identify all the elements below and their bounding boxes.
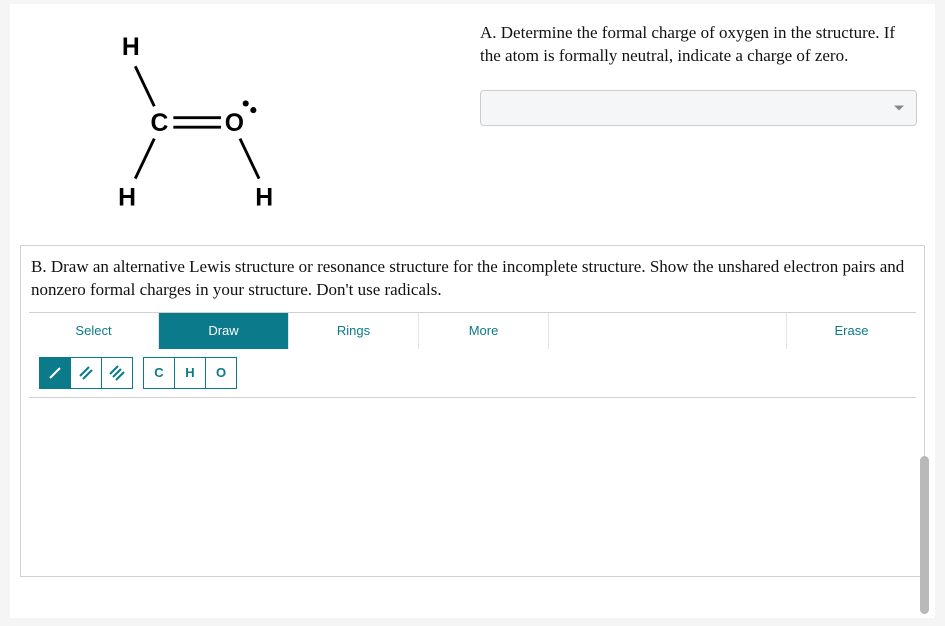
top-row: H C O H H	[20, 22, 925, 237]
tab-draw[interactable]: Draw	[159, 313, 289, 349]
toolbar-tabs: Select Draw Rings More Erase	[29, 313, 916, 349]
atom-h-top: H	[122, 34, 140, 61]
question-b-body: Draw an alternative Lewis structure or r…	[31, 257, 904, 299]
atom-c: C	[150, 110, 168, 137]
atom-o-button[interactable]: O	[205, 357, 237, 389]
atom-h-button[interactable]: H	[174, 357, 206, 389]
tab-select[interactable]: Select	[29, 313, 159, 349]
atom-tool-group: C H O	[143, 357, 237, 389]
double-bond-button[interactable]	[70, 357, 102, 389]
question-a-text: A. Determine the formal charge of oxygen…	[480, 22, 917, 68]
question-b-panel: B. Draw an alternative Lewis structure o…	[20, 245, 925, 577]
tab-rings[interactable]: Rings	[289, 313, 419, 349]
bond-tool-group	[39, 357, 133, 389]
tab-erase[interactable]: Erase	[786, 313, 916, 349]
drawing-canvas[interactable]	[29, 398, 916, 576]
atom-c-button[interactable]: C	[143, 357, 175, 389]
bond-hc-top	[135, 66, 154, 106]
question-a-label: A.	[480, 23, 497, 42]
triple-bond-button[interactable]	[101, 357, 133, 389]
atom-o: O	[225, 110, 244, 137]
scrollbar-thumb[interactable]	[920, 456, 929, 614]
scrollbar-track[interactable]	[920, 456, 929, 614]
lone-pair-dot-1	[243, 100, 249, 106]
lewis-structure-svg: H C O H H	[70, 32, 330, 232]
double-bond-icon	[78, 365, 94, 381]
triple-bond-icon	[109, 365, 125, 381]
bond-oh	[240, 139, 259, 179]
page-container: H C O H H	[10, 4, 935, 618]
question-a: A. Determine the formal charge of oxygen…	[480, 22, 925, 126]
question-a-body: Determine the formal charge of oxygen in…	[480, 23, 895, 65]
chevron-down-icon	[894, 105, 904, 110]
tab-more[interactable]: More	[419, 313, 549, 349]
formal-charge-select[interactable]	[480, 90, 917, 126]
single-bond-icon	[47, 365, 63, 381]
atom-h-bottom-right: H	[255, 184, 273, 211]
question-b-label: B.	[31, 257, 47, 276]
toolbar-secondary: C H O	[29, 349, 916, 397]
question-b-text: B. Draw an alternative Lewis structure o…	[21, 246, 924, 312]
drawing-toolbar: Select Draw Rings More Erase	[29, 312, 916, 398]
single-bond-button[interactable]	[39, 357, 71, 389]
atom-h-bottom-left: H	[118, 184, 136, 211]
bond-ch-bottom	[135, 139, 154, 179]
lone-pair-dot-2	[250, 107, 256, 113]
tab-spacer	[549, 313, 786, 349]
structure-area: H C O H H	[20, 22, 480, 237]
